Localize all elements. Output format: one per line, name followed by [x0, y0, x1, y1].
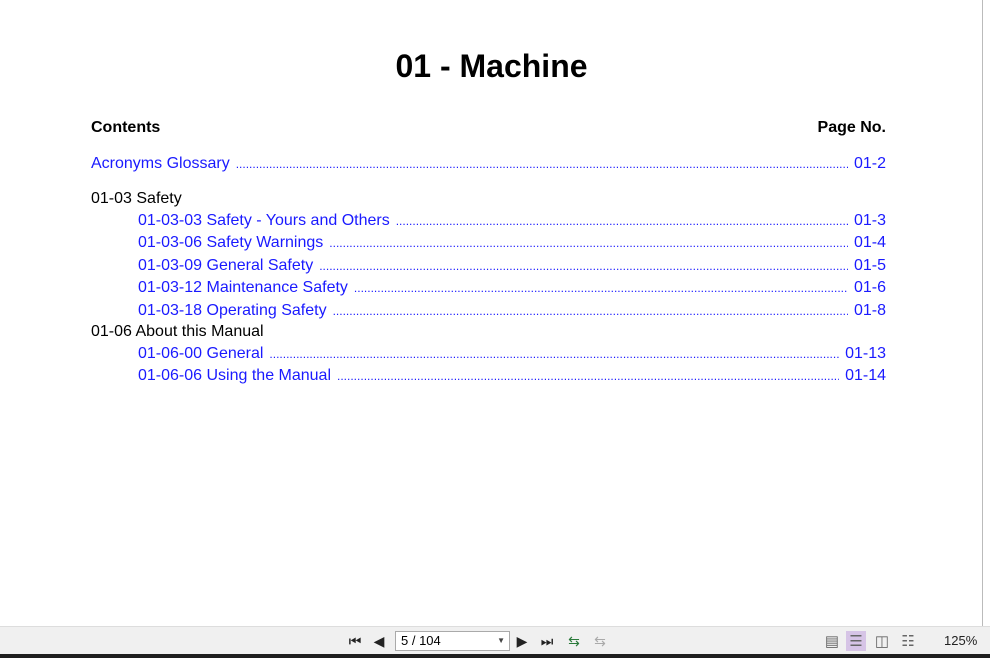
two-page-continuous-view-button[interactable]: ☷ — [898, 631, 918, 651]
toc-link[interactable]: 01-03-12 Maintenance Safety 01-6 — [138, 279, 886, 299]
last-page-button[interactable]: ⏭ — [537, 631, 557, 651]
continuous-page-icon: ☰ — [849, 633, 863, 650]
single-page-icon: ▤ — [824, 633, 840, 650]
toc-label: 01-03-03 Safety - Yours and Others — [138, 212, 390, 229]
forward-view-icon: ⇆ — [594, 632, 606, 649]
toc-label: 01-06-06 Using the Manual — [138, 367, 332, 384]
page-title: 01 - Machine — [395, 48, 588, 84]
first-page-button[interactable]: ⏮ — [345, 631, 365, 651]
zoom-level[interactable]: 125% — [944, 633, 977, 648]
toc-link[interactable]: 01-03-09 General Safety 01-5 — [138, 257, 886, 277]
continuous-view-button[interactable]: ☰ — [846, 631, 866, 651]
toc-page: 01-14 — [845, 367, 886, 384]
toc-link[interactable]: 01-03-03 Safety - Yours and Others 01-3 — [138, 212, 886, 232]
chevron-down-icon: ▼ — [497, 636, 505, 645]
toc-label: 01-03-18 Operating Safety — [138, 302, 327, 319]
two-page-icon: ◫ — [874, 633, 890, 650]
go-forward-view-button[interactable]: ⇆ — [589, 631, 611, 651]
section-heading: 01-06 About this Manual — [91, 323, 264, 340]
leader-dots — [269, 347, 839, 361]
toc-link[interactable]: 01-06-06 Using the Manual 01-14 — [138, 367, 886, 387]
toc-page: 01-8 — [853, 302, 886, 319]
back-view-icon: ⇆ — [568, 632, 580, 649]
leader-dots — [333, 304, 848, 318]
single-page-view-button[interactable]: ▤ — [822, 631, 842, 651]
go-back-view-button[interactable]: ⇆ — [563, 631, 585, 651]
toc-label: Acronyms Glossary — [91, 155, 230, 172]
toc-link[interactable]: 01-06-00 General 01-13 — [138, 345, 886, 365]
leader-dots — [337, 369, 839, 383]
leader-dots — [354, 281, 848, 295]
previous-page-icon: ◀ — [373, 632, 385, 649]
leader-dots — [236, 157, 848, 171]
toc-page: 01-4 — [853, 234, 886, 251]
contents-heading: Contents — [91, 119, 161, 136]
next-page-button[interactable]: ▶ — [513, 631, 531, 651]
leader-dots — [319, 259, 848, 273]
toc-page: 01-3 — [853, 212, 886, 229]
toc-page: 01-13 — [845, 345, 886, 362]
page-no-heading: Page No. — [817, 119, 886, 136]
toc-page: 01-2 — [853, 155, 886, 172]
previous-page-button[interactable]: ◀ — [370, 631, 388, 651]
leader-dots — [329, 236, 848, 250]
toc-page: 01-5 — [853, 257, 886, 274]
two-page-view-button[interactable]: ◫ — [872, 631, 892, 651]
toc-link[interactable]: 01-03-18 Operating Safety 01-8 — [138, 302, 886, 322]
toc-label: 01-06-00 General — [138, 345, 264, 362]
viewer-toolbar: ⏮ ◀ 5 / 104 ▼ ▶ ⏭ ⇆ ⇆ ▤ ☰ ◫ ☷ 125% — [0, 626, 990, 654]
leader-dots — [396, 214, 848, 228]
page-number-value: 5 / 104 — [401, 633, 441, 648]
bottom-border — [0, 654, 990, 658]
two-page-continuous-icon: ☷ — [901, 633, 915, 650]
section-heading: 01-03 Safety — [91, 190, 182, 207]
toc-link-acronyms-glossary[interactable]: Acronyms Glossary 01-2 — [91, 155, 886, 175]
toc-label: 01-03-12 Maintenance Safety — [138, 279, 348, 296]
document-page: 01 - Machine Contents Page No. Acronyms … — [0, 0, 983, 626]
toc-link[interactable]: 01-03-06 Safety Warnings 01-4 — [138, 234, 886, 254]
next-page-icon: ▶ — [516, 632, 528, 649]
toc-label: 01-03-09 General Safety — [138, 257, 314, 274]
toc-label: 01-03-06 Safety Warnings — [138, 234, 324, 251]
first-page-icon: ⏮ — [348, 632, 362, 649]
last-page-icon: ⏭ — [540, 632, 554, 649]
page-number-select[interactable]: 5 / 104 ▼ — [395, 631, 510, 651]
toc-page: 01-6 — [853, 279, 886, 296]
